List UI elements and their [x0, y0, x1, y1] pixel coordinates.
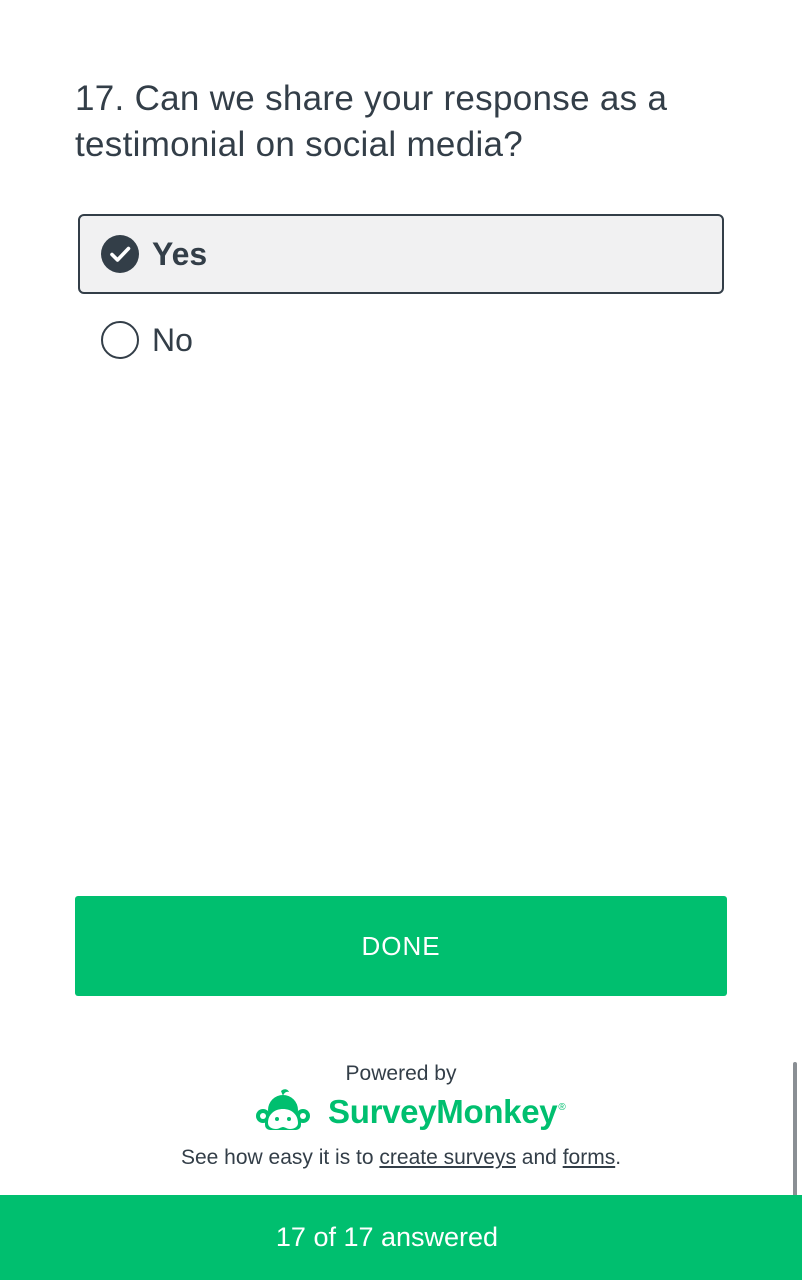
option-no[interactable]: No — [78, 300, 724, 380]
promo-prefix: See how easy it is to — [180, 1146, 380, 1169]
create-surveys-link[interactable]: create surveys — [379, 1146, 516, 1169]
question-title: 17. Can we share your response as a test… — [75, 79, 668, 164]
registered-mark: ® — [558, 1102, 566, 1113]
brand-name: SurveyMonkey — [328, 1093, 558, 1130]
progress-text: 17 of 17 answered — [275, 1222, 499, 1252]
forms-link[interactable]: forms — [563, 1146, 616, 1169]
promo-text: See how easy it is to create surveys and… — [0, 1146, 802, 1170]
monkey-logo-icon — [254, 1088, 312, 1137]
powered-by-label: Powered by — [345, 1062, 457, 1085]
surveymonkey-logo[interactable]: SurveyMonkey ® — [254, 1088, 566, 1137]
promo-middle: and — [515, 1146, 563, 1169]
option-yes-label: Yes — [152, 235, 208, 272]
option-no-label: No — [152, 321, 193, 358]
checked-radio-icon[interactable] — [101, 235, 139, 273]
promo-suffix: . — [615, 1146, 622, 1169]
scrollbar[interactable] — [793, 1062, 797, 1214]
done-button[interactable]: DONE — [75, 896, 727, 996]
option-yes[interactable]: Yes — [78, 214, 724, 294]
radio-icon[interactable] — [101, 321, 139, 359]
progress-footer: 17 of 17 answered — [0, 1195, 802, 1280]
